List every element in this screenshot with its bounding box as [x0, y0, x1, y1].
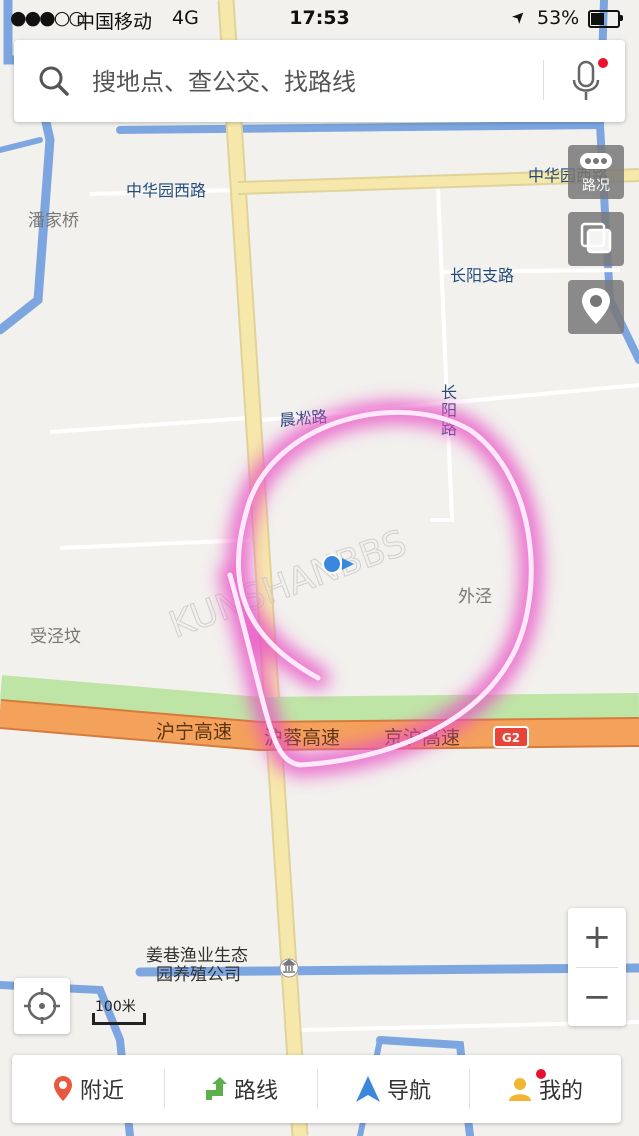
poi-label-jiangxiang-2: 园养殖公司 [156, 965, 241, 985]
location-pin-icon [582, 288, 610, 324]
poi-building-icon [279, 958, 299, 978]
battery-percent: 53% [537, 7, 580, 29]
search-icon [39, 66, 69, 96]
nearby-pin-icon [53, 1076, 72, 1101]
zoom-out-button[interactable]: − [568, 968, 626, 1026]
tab-navigation[interactable]: 导航 [317, 1055, 469, 1123]
place-label-waijing: 外泾 [458, 587, 492, 607]
search-input[interactable]: 搜地点、查公交、找路线 [92, 62, 356, 97]
me-notification-dot [536, 1069, 546, 1079]
battery-cap [620, 15, 623, 21]
tab-me[interactable]: 我的 [469, 1055, 621, 1123]
tab-me-label: 我的 [538, 1079, 583, 1104]
zoom-control: + − [568, 908, 626, 1026]
location-pin-button[interactable] [568, 280, 624, 334]
map-canvas[interactable]: 中华园西路 中华园西路 长阳支路 长 阳 路 晨凇路 沪宁高速 沪蓉高速 京沪高… [0, 0, 639, 1136]
search-bar[interactable]: 搜地点、查公交、找路线 [14, 40, 625, 122]
traffic-button[interactable]: 路况 [568, 145, 624, 199]
route-arrow-icon [205, 1077, 227, 1100]
tab-nearby-label: 附近 [79, 1079, 124, 1104]
status-bar: ●●●○○ 中国移动 4G 17:53 ➤ 53% [0, 0, 639, 36]
navigation-arrow-icon [355, 1076, 380, 1102]
tab-route-label: 路线 [233, 1079, 278, 1104]
scale-bar [92, 1013, 146, 1025]
user-icon [508, 1078, 531, 1101]
traffic-icon [580, 153, 612, 169]
road-label-changyang-1: 长 [441, 383, 457, 402]
battery-icon [588, 10, 620, 28]
highway-label-huning: 沪宁高速 [156, 721, 232, 743]
crosshair-icon [24, 988, 60, 1024]
road-label-changyang-branch: 长阳支路 [450, 266, 514, 285]
tab-nearby[interactable]: 附近 [12, 1055, 164, 1123]
g2-shield-label: G2 [502, 731, 520, 745]
place-label-shoujingba: 受泾坟 [30, 627, 81, 647]
tab-route[interactable]: 路线 [164, 1055, 316, 1123]
layers-button[interactable] [568, 212, 624, 266]
layers-icon [580, 222, 612, 254]
road-label-zhonghua-west: 中华园西路 [126, 181, 206, 200]
place-label-panjiaqiao: 潘家桥 [28, 211, 79, 231]
locate-button[interactable] [14, 978, 70, 1034]
battery-level [591, 13, 604, 25]
voice-notification-dot [598, 58, 608, 68]
tab-navigation-label: 导航 [386, 1079, 431, 1104]
traffic-label: 路况 [582, 178, 610, 194]
poi-label-jiangxiang-1: 姜巷渔业生态 [146, 946, 248, 966]
zoom-in-button[interactable]: + [568, 908, 626, 966]
search-divider [543, 60, 544, 100]
bottom-nav: 附近 路线 导航 我的 [12, 1055, 621, 1123]
